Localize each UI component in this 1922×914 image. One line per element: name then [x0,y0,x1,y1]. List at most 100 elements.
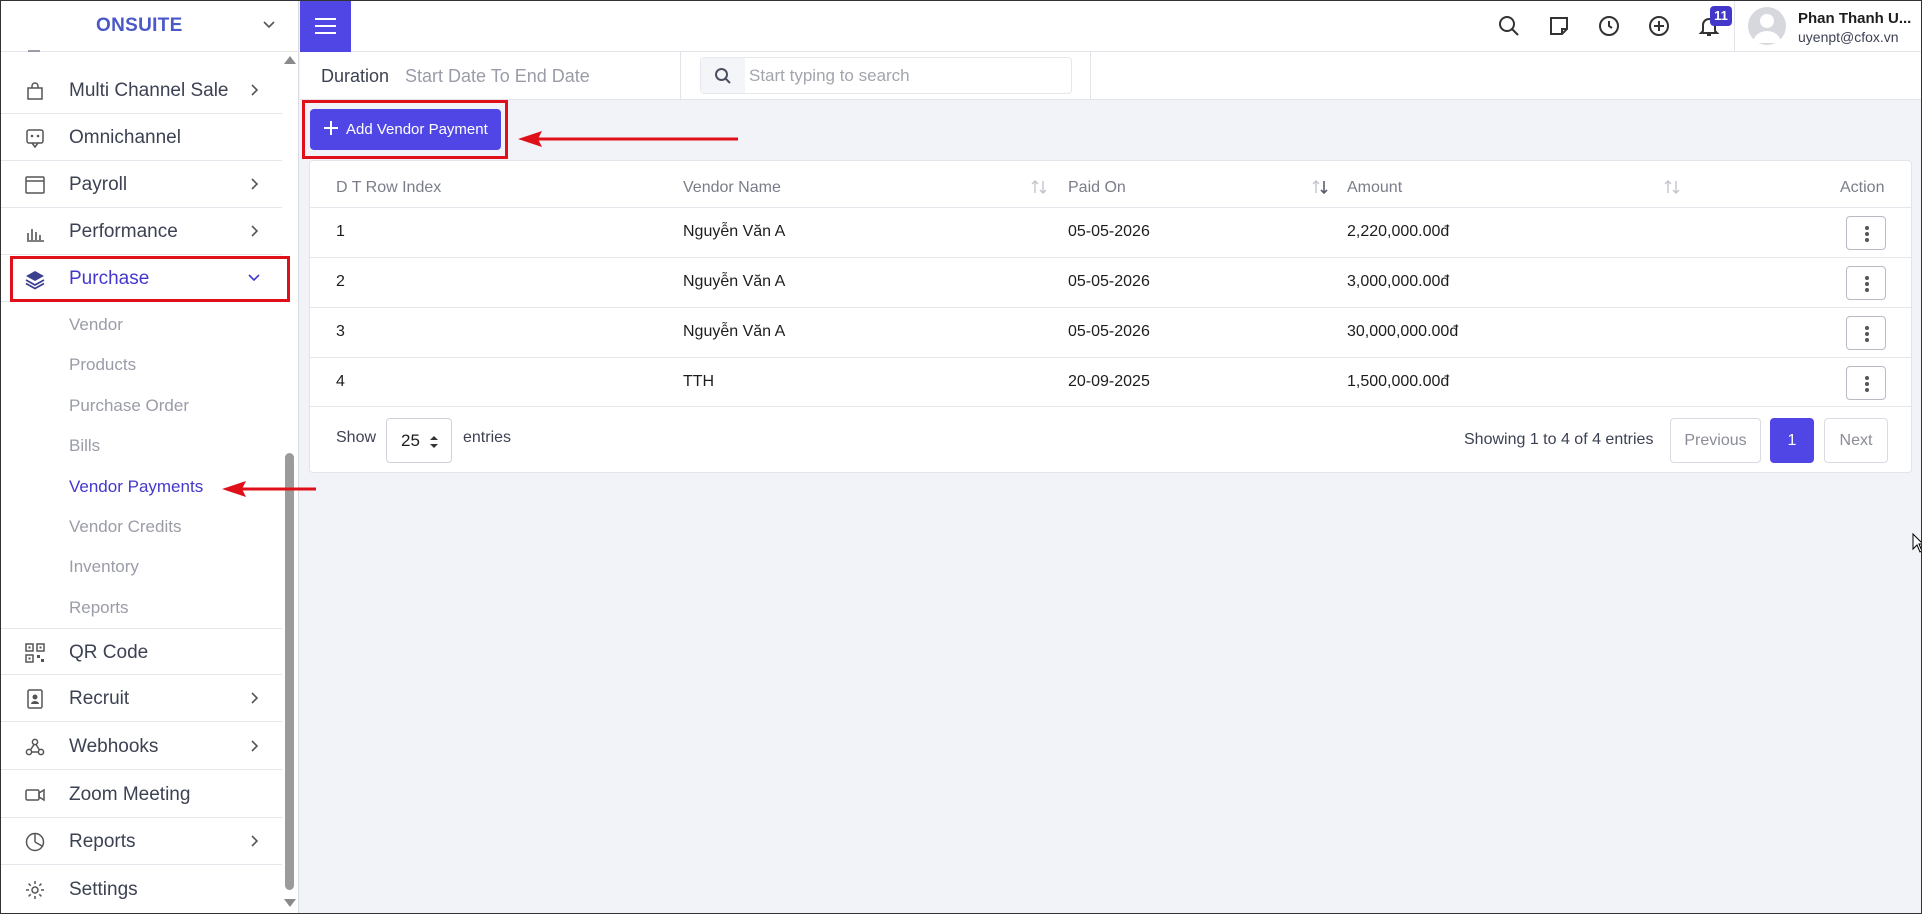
qr-code-icon [25,643,45,663]
submenu-vendor-credits[interactable]: Vendor Credits [69,517,181,537]
sidebar-item-label: Purchase [69,268,150,289]
table-row: 2 Nguyễn Văn A 05-05-2026 3,000,000.00đ [310,257,1913,307]
next-page-button[interactable]: Next [1824,418,1888,463]
column-header-paid-on[interactable]: Paid On [1068,179,1126,197]
sidebar-item-label: Zoom Meeting [69,784,191,805]
sidebar-item-purchase[interactable]: Purchase [0,255,282,302]
table-row: 3 Nguyễn Văn A 05-05-2026 30,000,000.00đ [310,307,1913,357]
sidebar-item-settings[interactable]: Settings [0,866,282,913]
cell-index: 1 [336,223,345,240]
browser-window-icon [25,176,45,194]
cell-amount: 1,500,000.00đ [1347,373,1450,390]
sidebar-item-zoom-meeting[interactable]: Zoom Meeting [0,771,282,818]
previous-page-button[interactable]: Previous [1670,418,1761,463]
row-action-menu-button[interactable] [1846,316,1886,350]
user-email: uyenpt@cfox.vn [1798,29,1899,45]
page-1-button[interactable]: 1 [1770,418,1814,463]
top-bar: 11 Phan Thanh U... uyenpt@cfox.vn [300,0,1922,52]
column-header-index[interactable]: D T Row Index [336,179,441,197]
submenu-reports[interactable]: Reports [69,598,129,618]
submenu-products[interactable]: Products [69,355,136,375]
search-icon-container [701,58,745,93]
sidebar-item-label: QR Code [69,642,149,663]
duration-label: Duration [321,66,390,86]
user-name[interactable]: Phan Thanh U... [1798,10,1911,27]
sort-icon[interactable] [1663,179,1681,195]
chat-icon [26,129,44,149]
scrollbar-thumb[interactable] [285,453,294,890]
scroll-down-arrow-icon[interactable] [284,899,296,907]
cell-paid-on: 05-05-2026 [1068,323,1150,340]
cell-paid-on: 20-09-2025 [1068,373,1150,390]
cell-vendor: TTH [683,373,715,390]
row-action-menu-button[interactable] [1846,266,1886,300]
sidebar-item-omnichannel[interactable]: Omnichannel [0,114,282,161]
search-input[interactable] [749,64,1059,88]
chevron-down-icon[interactable] [262,18,276,32]
submenu-vendor-payments[interactable]: Vendor Payments [69,477,203,497]
column-header-vendor-name[interactable]: Vendor Name [683,179,781,197]
shopping-bag-icon [27,82,43,100]
chevron-right-icon [251,740,259,752]
gear-icon [26,881,44,899]
hamburger-menu-button[interactable] [300,0,351,52]
search-icon[interactable] [1497,14,1521,38]
sticky-note-icon[interactable] [1547,14,1571,38]
sidebar-item-reports[interactable]: Reports [0,818,282,865]
add-circle-icon[interactable] [1647,14,1671,38]
cell-vendor: Nguyễn Văn A [683,223,786,240]
search-box[interactable] [700,57,1072,94]
sidebar-item-webhooks[interactable]: Webhooks [0,723,282,770]
cell-amount: 3,000,000.00đ [1347,273,1450,290]
page-size-value: 25 [401,431,420,450]
filter-bar: Duration Start Date To End Date [300,52,1922,100]
submenu-vendor[interactable]: Vendor [69,315,123,335]
annotation-arrow-add-button [518,131,738,147]
cell-index: 4 [336,373,345,390]
sidebar: ONSUITE Multi Channel Sale Omnichannel P… [0,0,299,914]
chevron-right-icon [251,225,259,237]
sidebar-item-label: Performance [69,221,178,242]
add-vendor-payment-button[interactable]: Add Vendor Payment [310,109,501,150]
submenu-inventory[interactable]: Inventory [69,557,139,577]
id-badge-icon [27,689,43,709]
brand-header[interactable]: ONSUITE [0,0,299,52]
column-header-action: Action [1840,179,1885,196]
webhook-icon [25,738,45,756]
chevron-right-icon [251,835,259,847]
page-size-select[interactable]: 25 [386,418,452,463]
clock-icon[interactable] [1597,14,1621,38]
add-vendor-payment-label: Add Vendor Payment [346,121,488,138]
scroll-up-arrow-icon[interactable] [284,56,296,64]
brand-name: ONSUITE [96,15,183,36]
date-range-picker[interactable]: Start Date To End Date [405,66,590,87]
user-avatar-icon [1753,14,1781,43]
vendor-payments-table: D T Row Index Vendor Name Paid On Amount… [309,160,1913,473]
sidebar-item-recruit[interactable]: Recruit [0,675,282,722]
pie-chart-icon [25,832,45,852]
divider [680,52,681,100]
select-arrows-icon [430,436,438,448]
entries-label: entries [463,429,512,446]
cell-paid-on: 05-05-2026 [1068,273,1150,290]
row-action-menu-button[interactable] [1846,216,1886,250]
cell-index: 3 [336,323,345,340]
chevron-down-icon [248,274,260,282]
sidebar-item-performance[interactable]: Performance [0,208,282,255]
table-row: 1 Nguyễn Văn A 05-05-2026 2,220,000.00đ [310,207,1913,257]
sidebar-item-label: Recruit [69,688,130,709]
submenu-purchase-order[interactable]: Purchase Order [69,396,189,416]
sidebar-item-qr-code[interactable]: QR Code [0,628,282,675]
column-header-amount[interactable]: Amount [1347,179,1402,197]
bar-chart-icon [27,229,44,242]
row-action-menu-button[interactable] [1846,366,1886,400]
submenu-bills[interactable]: Bills [69,436,100,456]
sidebar-item-multi-channel-sale[interactable]: Multi Channel Sale [0,67,282,114]
sort-desc-icon[interactable] [1311,179,1329,195]
notification-badge: 11 [1710,6,1732,26]
sort-icon[interactable] [1030,179,1048,195]
sidebar-item-payroll[interactable]: Payroll [0,161,282,208]
partial-item-icon [28,50,40,52]
divider [1090,52,1091,100]
avatar[interactable] [1748,7,1786,45]
